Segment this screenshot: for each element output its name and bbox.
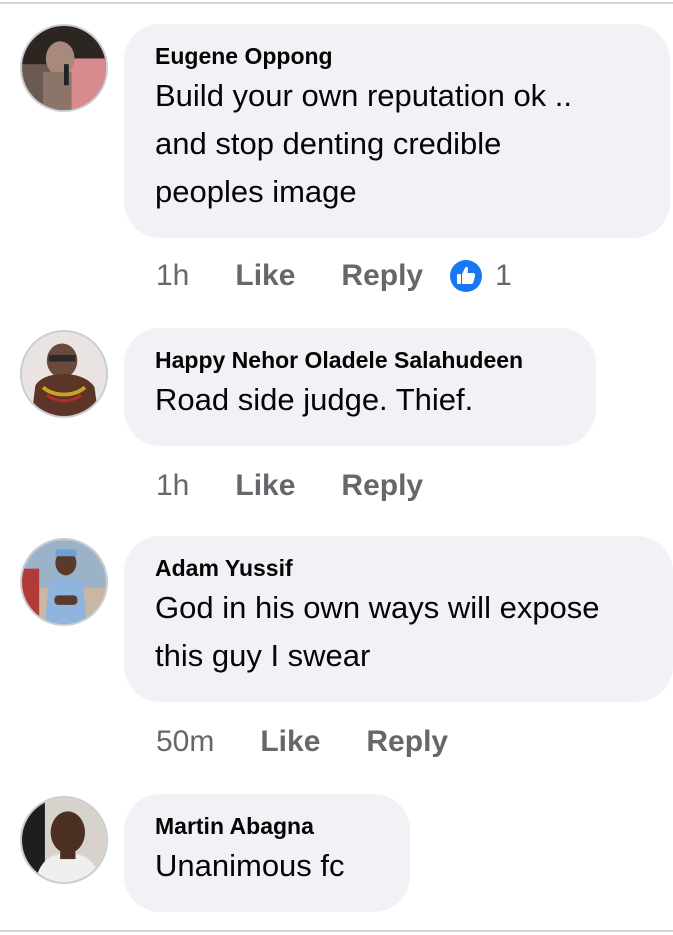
comment-bubble: Adam Yussif God in his own ways will exp… (124, 536, 673, 702)
avatar[interactable] (20, 24, 108, 112)
comment-actions: 50m Like Reply (156, 722, 448, 762)
thumbs-up-icon (449, 259, 483, 293)
comment-text-line: peoples image (155, 174, 357, 209)
comment-text-line: Unanimous fc (155, 848, 345, 883)
comment-bubble: Eugene Oppong Build your own reputation … (124, 24, 670, 238)
comment-bubble: Martin Abagna Unanimous fc (124, 794, 410, 912)
comment-text: Road side judge. Thief. (155, 376, 596, 424)
comment-text: Build your own reputation ok .. and stop… (155, 72, 670, 216)
reply-button[interactable]: Reply (366, 725, 448, 759)
comment-text: God in his own ways will expose this guy… (155, 584, 673, 680)
comment-author[interactable]: Happy Nehor Oladele Salahudeen (155, 346, 596, 374)
comment-actions: 1h Like Reply 1 (156, 256, 512, 296)
comment-timestamp[interactable]: 1h (156, 259, 189, 293)
comment-text-line: God in his own ways will expose (155, 590, 600, 625)
comment-text: Unanimous fc (155, 842, 410, 890)
comment-timestamp[interactable]: 50m (156, 725, 214, 759)
avatar[interactable] (20, 796, 108, 884)
reaction-count-value: 1 (495, 259, 512, 292)
comment-text-line: Road side judge. Thief. (155, 382, 474, 417)
comment-bubble: Happy Nehor Oladele Salahudeen Road side… (124, 328, 596, 446)
reply-button[interactable]: Reply (341, 469, 423, 503)
reaction-count[interactable]: 1 (449, 259, 512, 293)
like-button[interactable]: Like (235, 469, 295, 503)
like-button[interactable]: Like (260, 725, 320, 759)
reply-button[interactable]: Reply (341, 259, 423, 293)
comment-text-line: and stop denting credible (155, 126, 502, 161)
comment-timestamp[interactable]: 1h (156, 469, 189, 503)
comment-author[interactable]: Eugene Oppong (155, 42, 670, 70)
comment-author[interactable]: Martin Abagna (155, 812, 410, 840)
bottom-divider (0, 930, 673, 932)
comment-actions: 1h Like Reply (156, 466, 423, 506)
like-button[interactable]: Like (235, 259, 295, 293)
comment-author[interactable]: Adam Yussif (155, 554, 673, 582)
avatar[interactable] (20, 330, 108, 418)
comment-text-line: Build your own reputation ok .. (155, 78, 573, 113)
comment-text-line: this guy I swear (155, 638, 371, 673)
top-divider (0, 2, 673, 4)
avatar[interactable] (20, 538, 108, 626)
